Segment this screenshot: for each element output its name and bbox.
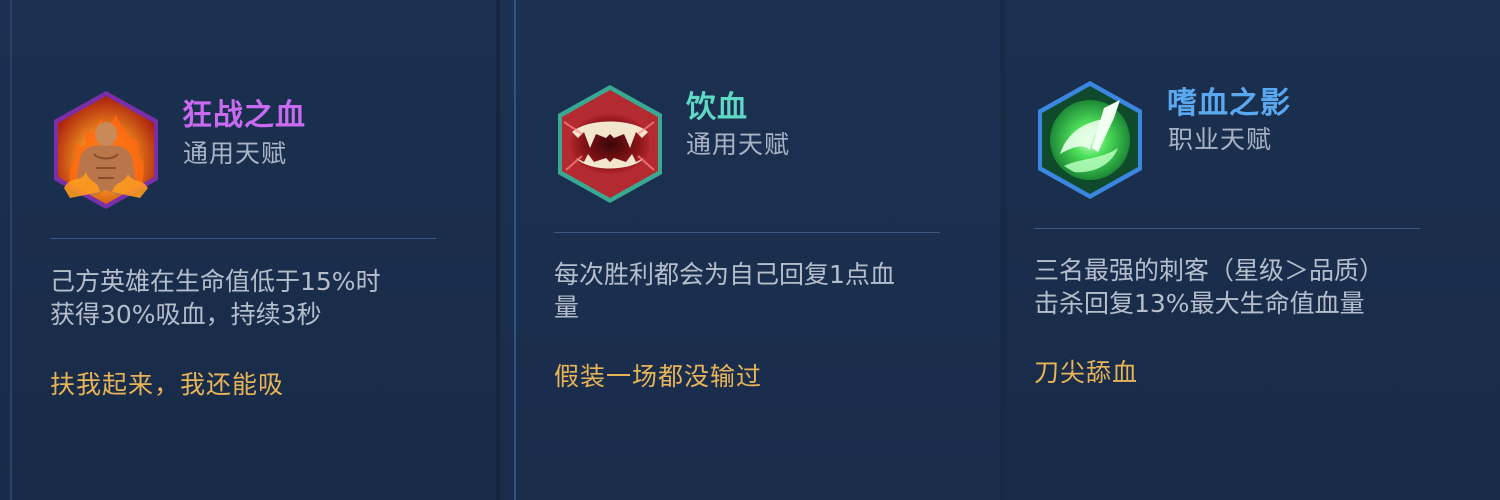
- talent-card-bloodthirst-shadow[interactable]: 嗜血之影 职业天赋 三名最强的刺客（星级＞品质） 击杀回复13%最大生命值血量 …: [1000, 0, 1500, 500]
- panel-border: [10, 0, 12, 500]
- description-line: 三名最强的刺客（星级＞品质）: [1034, 256, 1385, 285]
- berserker-blood-icon: [50, 88, 162, 212]
- bloodthirst-shadow-icon: [1034, 78, 1146, 202]
- description-line: 己方英雄在生命值低于15%时: [50, 267, 381, 296]
- description-line: 每次胜利都会为自己回复1点血: [554, 260, 895, 289]
- talent-description: 己方英雄在生命值低于15%时 获得30%吸血，持续3秒: [50, 265, 381, 331]
- talent-type: 通用天赋: [183, 139, 288, 168]
- drink-blood-fangs-icon: [554, 82, 666, 206]
- talent-description: 三名最强的刺客（星级＞品质） 击杀回复13%最大生命值血量: [1034, 254, 1384, 320]
- talent-cards-screen: 狂战之血 通用天赋 己方英雄在生命值低于15%时 获得30%吸血，持续3秒 扶我…: [0, 0, 1500, 500]
- talent-card-berserker-blood[interactable]: 狂战之血 通用天赋 己方英雄在生命值低于15%时 获得30%吸血，持续3秒 扶我…: [0, 0, 500, 500]
- description-line: 击杀回复13%最大生命值血量: [1034, 289, 1365, 318]
- panel-border: [514, 0, 516, 500]
- talent-flavor-text: 刀尖舔血: [1034, 358, 1139, 387]
- talent-card-drink-blood[interactable]: 饮血 通用天赋 每次胜利都会为自己回复1点血 量 假装一场都没输过: [500, 0, 1000, 500]
- divider: [554, 232, 940, 233]
- divider: [1034, 228, 1420, 229]
- talent-name: 嗜血之影: [1167, 86, 1291, 121]
- talent-type: 通用天赋: [686, 130, 791, 159]
- talent-flavor-text: 扶我起来，我还能吸: [50, 370, 285, 399]
- talent-type: 职业天赋: [1168, 125, 1273, 154]
- talent-name: 饮血: [686, 90, 748, 125]
- description-line: 量: [554, 293, 580, 322]
- panel-separator: [1000, 0, 1006, 500]
- talent-flavor-text: 假装一场都没输过: [554, 362, 763, 391]
- talent-description: 每次胜利都会为自己回复1点血 量: [554, 258, 895, 324]
- description-line: 获得30%吸血，持续3秒: [50, 300, 322, 329]
- divider: [50, 238, 436, 239]
- talent-name: 狂战之血: [182, 98, 306, 133]
